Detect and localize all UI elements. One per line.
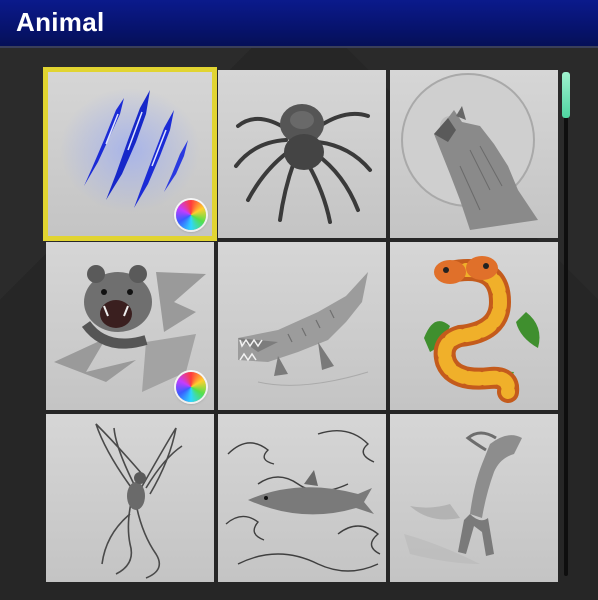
color-wheel-icon [176, 372, 206, 402]
tile-shark-waves[interactable] [218, 414, 386, 582]
tile-running-horse[interactable] [390, 414, 558, 582]
tattoo-grid [43, 67, 558, 582]
wolf-icon [401, 73, 538, 230]
spider-icon [234, 104, 372, 224]
tile-claw-scratch[interactable] [43, 67, 217, 241]
tile-bear-tearing[interactable] [46, 242, 214, 410]
tile-phoenix[interactable] [46, 414, 214, 582]
gallery-scrollbar-track[interactable] [564, 72, 568, 576]
phoenix-icon [95, 423, 183, 579]
gallery-scrollbar-thumb[interactable] [562, 72, 570, 118]
tile-two-headed-snake[interactable] [390, 242, 558, 410]
gallery-header: Animal [0, 0, 598, 48]
tile-spider[interactable] [218, 70, 386, 238]
tile-crocodile[interactable] [218, 242, 386, 410]
crocodile-icon [238, 272, 369, 386]
tile-howling-wolf[interactable] [390, 70, 558, 238]
snake-icon [424, 256, 540, 403]
gallery-title: Animal [16, 7, 105, 37]
shark-icon [225, 430, 381, 572]
horse-icon [404, 431, 522, 564]
color-wheel-icon [176, 200, 206, 230]
animal-gallery-panel: Animal [0, 0, 598, 600]
